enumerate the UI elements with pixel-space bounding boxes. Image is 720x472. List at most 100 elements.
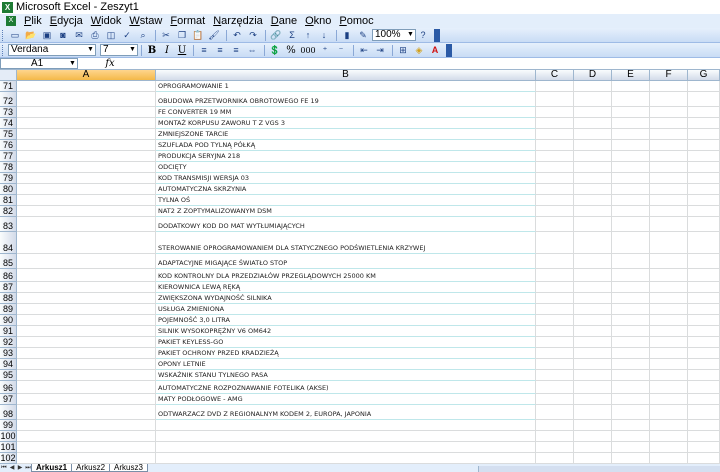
paste-icon[interactable]: 📋 bbox=[191, 29, 205, 42]
prev-sheet-icon[interactable]: ◀ bbox=[8, 464, 16, 472]
cell-e[interactable] bbox=[612, 442, 650, 453]
fx-icon[interactable]: fx bbox=[102, 58, 118, 69]
undo-icon[interactable]: ↶ bbox=[230, 29, 244, 42]
cell-a[interactable] bbox=[17, 254, 156, 269]
cell-a[interactable] bbox=[17, 184, 156, 195]
cell-d[interactable] bbox=[574, 453, 612, 464]
cell-e[interactable] bbox=[612, 129, 650, 140]
chevron-down-icon[interactable]: ▼ bbox=[86, 45, 95, 55]
cell-a[interactable] bbox=[17, 431, 156, 442]
column-header-g[interactable]: G bbox=[688, 70, 720, 81]
menu-plik[interactable]: Plik bbox=[20, 14, 46, 28]
cell-b[interactable]: ODTWARZACZ DVD Z REGIONALNYM KODEM 2, EU… bbox=[156, 405, 536, 420]
cell-d[interactable] bbox=[574, 206, 612, 217]
bold-button[interactable]: B bbox=[145, 44, 159, 57]
row-header[interactable]: 79 bbox=[0, 173, 17, 184]
cell-g[interactable] bbox=[688, 129, 720, 140]
cell-g[interactable] bbox=[688, 326, 720, 337]
cell-e[interactable] bbox=[612, 81, 650, 92]
cell-f[interactable] bbox=[650, 232, 688, 254]
row-header[interactable]: 93 bbox=[0, 348, 17, 359]
cell-c[interactable] bbox=[536, 140, 574, 151]
cell-e[interactable] bbox=[612, 151, 650, 162]
cell-e[interactable] bbox=[612, 381, 650, 394]
cell-f[interactable] bbox=[650, 304, 688, 315]
cell-e[interactable] bbox=[612, 326, 650, 337]
cell-f[interactable] bbox=[650, 269, 688, 282]
cell-f[interactable] bbox=[650, 405, 688, 420]
cell-d[interactable] bbox=[574, 81, 612, 92]
row-header[interactable]: 81 bbox=[0, 195, 17, 206]
cell-b[interactable]: FE CONVERTER 19 MM bbox=[156, 107, 536, 118]
cell-b[interactable]: ODCIĘTY bbox=[156, 162, 536, 173]
save-icon[interactable]: ▣ bbox=[40, 29, 54, 42]
cell-c[interactable] bbox=[536, 405, 574, 420]
cell-c[interactable] bbox=[536, 453, 574, 464]
cell-g[interactable] bbox=[688, 348, 720, 359]
cell-d[interactable] bbox=[574, 394, 612, 405]
currency-icon[interactable]: 💲 bbox=[268, 44, 282, 57]
cell-f[interactable] bbox=[650, 107, 688, 118]
cell-e[interactable] bbox=[612, 405, 650, 420]
cell-d[interactable] bbox=[574, 431, 612, 442]
cell-g[interactable] bbox=[688, 151, 720, 162]
cell-b[interactable]: AUTOMATYCZNA SKRZYNIA bbox=[156, 184, 536, 195]
cell-a[interactable] bbox=[17, 92, 156, 107]
hyperlink-icon[interactable]: 🔗 bbox=[269, 29, 283, 42]
cell-a[interactable] bbox=[17, 370, 156, 381]
cell-e[interactable] bbox=[612, 315, 650, 326]
cell-f[interactable] bbox=[650, 293, 688, 304]
cell-c[interactable] bbox=[536, 315, 574, 326]
italic-button[interactable]: I bbox=[160, 44, 174, 57]
menu-edycja[interactable]: Edycja bbox=[46, 14, 87, 28]
cell-b[interactable]: PAKIET OCHRONY PRZED KRADZIEŻĄ bbox=[156, 348, 536, 359]
cell-e[interactable] bbox=[612, 217, 650, 232]
cell-a[interactable] bbox=[17, 195, 156, 206]
cell-c[interactable] bbox=[536, 184, 574, 195]
horizontal-scrollbar[interactable] bbox=[478, 466, 720, 472]
cell-a[interactable] bbox=[17, 315, 156, 326]
cell-d[interactable] bbox=[574, 359, 612, 370]
new-icon[interactable]: ▭ bbox=[8, 29, 22, 42]
cell-f[interactable] bbox=[650, 129, 688, 140]
cell-c[interactable] bbox=[536, 394, 574, 405]
autosum-icon[interactable]: Σ bbox=[285, 29, 299, 42]
cell-c[interactable] bbox=[536, 420, 574, 431]
cell-c[interactable] bbox=[536, 254, 574, 269]
cell-d[interactable] bbox=[574, 129, 612, 140]
email-icon[interactable]: ✉ bbox=[72, 29, 86, 42]
row-header[interactable]: 83 bbox=[0, 217, 17, 232]
cut-icon[interactable]: ✂ bbox=[159, 29, 173, 42]
chevron-down-icon[interactable]: ▼ bbox=[68, 59, 77, 68]
cell-f[interactable] bbox=[650, 359, 688, 370]
cell-g[interactable] bbox=[688, 453, 720, 464]
row-header[interactable]: 77 bbox=[0, 151, 17, 162]
zoom-select[interactable]: 100% ▼ bbox=[372, 29, 416, 41]
cell-b[interactable]: MONTAŻ KORPUSU ZAWORU T Z VGS 3 bbox=[156, 118, 536, 129]
row-header[interactable]: 99 bbox=[0, 420, 17, 431]
column-header-a[interactable]: A bbox=[17, 70, 156, 81]
cell-d[interactable] bbox=[574, 315, 612, 326]
cell-a[interactable] bbox=[17, 217, 156, 232]
cell-d[interactable] bbox=[574, 173, 612, 184]
row-header[interactable]: 102 bbox=[0, 453, 17, 464]
row-header[interactable]: 97 bbox=[0, 394, 17, 405]
cell-f[interactable] bbox=[650, 431, 688, 442]
cell-a[interactable] bbox=[17, 129, 156, 140]
font-color-icon[interactable]: A bbox=[428, 44, 442, 57]
cell-c[interactable] bbox=[536, 162, 574, 173]
cell-e[interactable] bbox=[612, 304, 650, 315]
cell-b[interactable]: TYLNA OŚ bbox=[156, 195, 536, 206]
align-right-icon[interactable]: ≡ bbox=[229, 44, 243, 57]
cell-c[interactable] bbox=[536, 118, 574, 129]
cell-b[interactable]: PAKIET KEYLESS-GO bbox=[156, 337, 536, 348]
cell-g[interactable] bbox=[688, 206, 720, 217]
cell-f[interactable] bbox=[650, 140, 688, 151]
cell-c[interactable] bbox=[536, 195, 574, 206]
menu-narzedzia[interactable]: Narzędzia bbox=[209, 14, 267, 28]
cell-e[interactable] bbox=[612, 269, 650, 282]
cell-b[interactable]: STEROWANIE OPROGRAMOWANIEM DLA STATYCZNE… bbox=[156, 232, 536, 254]
cell-g[interactable] bbox=[688, 282, 720, 293]
row-header[interactable]: 90 bbox=[0, 315, 17, 326]
row-header[interactable]: 80 bbox=[0, 184, 17, 195]
